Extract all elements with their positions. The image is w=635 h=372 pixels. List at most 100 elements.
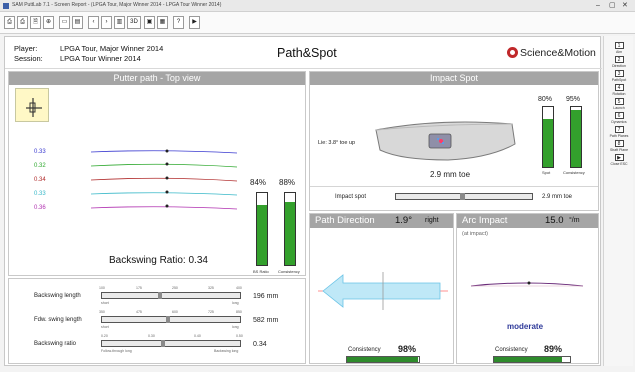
sidebar-item-pathspot[interactable]: 3 PathSpot xyxy=(607,70,631,82)
sidebar-item-number: 6 xyxy=(614,112,624,119)
backswing-length-scale xyxy=(101,292,241,299)
backswing-length-tick-3: 250 xyxy=(172,286,178,290)
report-content: Player: LPGA Tour, Major Winner 2014 Ses… xyxy=(4,36,602,366)
arc-impact-header: Arc Impact 15.0 °/m xyxy=(457,214,598,228)
spot-bar xyxy=(542,106,554,168)
app-window: SAM PuttLab 7.1 - Screen Report - (LPGA … xyxy=(0,0,635,372)
lie-angle-text: Lie: 3.8° toe up xyxy=(318,140,356,146)
impact-spot-scale xyxy=(395,193,533,200)
window-title: SAM PuttLab 7.1 - Screen Report - (LPGA … xyxy=(12,2,222,8)
forward-swing-length-tick-3: 600 xyxy=(172,310,178,314)
path-direction-title: Path Direction xyxy=(315,215,375,226)
putter-path-title: Putter path - Top view xyxy=(9,72,305,85)
impact-spot-panel: Impact Spot Lie: 3.8° toe up 2.9 mm toe … xyxy=(309,71,599,211)
sidebar-item-label: Direction xyxy=(612,64,626,68)
arc-impact-consistency-label: Consistency xyxy=(495,347,528,353)
player-value: LPGA Tour, Major Winner 2014 xyxy=(60,44,164,53)
view-icon[interactable]: ▭ xyxy=(59,16,70,29)
arc-impact-value: 15.0 xyxy=(545,215,564,226)
path-direction-value: 1.9° xyxy=(395,215,413,226)
app-icon xyxy=(3,3,9,9)
arc-impact-consistency-value: 89% xyxy=(544,344,563,354)
exit-icon[interactable]: ▶ xyxy=(189,16,200,29)
forward-swing-length-label: Fdw. swing length xyxy=(34,317,82,323)
arc-impact-title: Arc Impact xyxy=(462,215,508,226)
sidebar-item-launch[interactable]: 5 Launch xyxy=(607,98,631,110)
sidebar-item-label: Shaft Plane xyxy=(609,148,629,152)
player-label: Player: xyxy=(14,44,38,53)
report-header: Player: LPGA Tour, Major Winner 2014 Ses… xyxy=(5,37,602,69)
next-icon[interactable]: › xyxy=(101,16,112,29)
settings-icon[interactable]: ▤ xyxy=(72,16,83,29)
forward-swing-length-tick-1: 350 xyxy=(99,310,105,314)
sidebar-item-label: PathSpot xyxy=(611,78,627,82)
impact-consistency-bar-fill xyxy=(571,110,581,167)
path-offset-3: 0.34 xyxy=(34,177,46,183)
sidebar-item-label: Aim xyxy=(615,50,623,54)
spot-bar-fill xyxy=(543,119,553,167)
path-direction-panel: Path Direction 1.9° right Consistency 98… xyxy=(309,213,454,364)
sidebar-item-shaft-plane[interactable]: 8 Shaft Plane xyxy=(607,140,631,152)
path-consistency-caption: Consistency xyxy=(278,269,300,274)
path-offset-4: 0.33 xyxy=(34,191,46,197)
session-value: LPGA Tour Winner 2014 xyxy=(60,54,141,63)
3d-view-button[interactable]: 3D xyxy=(127,16,141,29)
spot-caption: Spot xyxy=(542,170,551,175)
path-consistency-bar-fill xyxy=(285,201,295,265)
path-direction-consistency-label: Consistency xyxy=(348,347,381,353)
putter-path-traces xyxy=(90,149,238,210)
backswing-length-tick-4: 325 xyxy=(208,286,214,290)
backswing-ratio-value: 0.34 xyxy=(253,341,267,348)
putter-top-view-thumbnail xyxy=(15,88,49,122)
backswing-length-tick-2: 175 xyxy=(136,286,142,290)
brand-name: Science&Motion xyxy=(520,47,596,59)
path-direction-header: Path Direction 1.9° right xyxy=(310,214,453,228)
impact-scale-divider xyxy=(310,186,598,187)
impact-spot-marker xyxy=(460,193,465,200)
sidebar-item-number: 8 xyxy=(614,140,624,147)
impact-spot-title: Impact Spot xyxy=(310,72,598,85)
print-icon[interactable]: ⎙ xyxy=(4,16,15,29)
backswing-length-label: Backswing length xyxy=(34,293,81,299)
maximize-button[interactable]: ▢ xyxy=(609,1,616,10)
swing-metrics-panel: Backswing length 100 175 250 325 400 sho… xyxy=(8,278,306,364)
bs-ratio-percent: 84% xyxy=(250,178,267,187)
previous-icon[interactable]: ‹ xyxy=(88,16,99,29)
document-icon[interactable]: 🗎 xyxy=(30,16,41,29)
sidebar-item-direction[interactable]: 2 Direction xyxy=(607,56,631,68)
path-offset-5: 0.36 xyxy=(34,205,46,211)
minimize-button[interactable]: – xyxy=(596,1,600,10)
sidebar-item-aim[interactable]: 1 Aim xyxy=(607,42,631,54)
sidebar-item-rotation[interactable]: 4 Rotation xyxy=(607,84,631,96)
sidebar-item-number: 1 xyxy=(614,42,624,49)
path-consistency-percent: 88% xyxy=(279,178,296,187)
sidebar-item-number: 7 xyxy=(614,126,624,133)
forward-swing-length-tick-2: 475 xyxy=(136,310,142,314)
backswing-ratio-text: Backswing Ratio: 0.34 xyxy=(109,255,208,266)
backswing-ratio-tick-3: 0.40 xyxy=(194,334,201,338)
putter-path-panel: Putter path - Top view 0.33 0.32 0.34 0.… xyxy=(8,71,306,276)
sidebar-item-path-planes[interactable]: 7 Path Planes xyxy=(607,126,631,138)
close-button[interactable]: ✕ xyxy=(622,1,628,10)
backswing-length-right-hint: long xyxy=(232,301,239,305)
sidebar-item-label: Launch xyxy=(613,106,625,110)
sidebar-item-close[interactable]: ▶ Close ESC xyxy=(607,154,631,166)
grid-icon[interactable]: ▦ xyxy=(157,16,168,29)
sidebar-item-label: Dynamics xyxy=(611,120,627,124)
arc-impact-curve xyxy=(470,281,584,287)
sidebar-item-dynamics[interactable]: 6 Dynamics xyxy=(607,112,631,124)
backswing-ratio-right-hint: Backswing long xyxy=(214,349,239,353)
print-preview-icon[interactable]: ⎙ xyxy=(17,16,28,29)
backswing-length-value: 196 mm xyxy=(253,293,279,300)
path-consistency-bar xyxy=(284,192,296,266)
forward-swing-length-left-hint: short xyxy=(101,325,109,329)
path-direction-consistency-bar xyxy=(346,356,420,363)
web-icon[interactable]: ⊕ xyxy=(43,16,54,29)
brand: Science&Motion xyxy=(507,47,596,59)
arc-impact-subtitle: (at impact) xyxy=(462,231,488,237)
layout-icon[interactable]: ▣ xyxy=(144,16,155,29)
forward-swing-length-marker xyxy=(166,316,171,323)
help-icon[interactable]: ? xyxy=(173,16,184,29)
table-icon[interactable]: ▥ xyxy=(114,16,125,29)
arc-impact-panel: Arc Impact 15.0 °/m (at impact) moderate… xyxy=(456,213,599,364)
